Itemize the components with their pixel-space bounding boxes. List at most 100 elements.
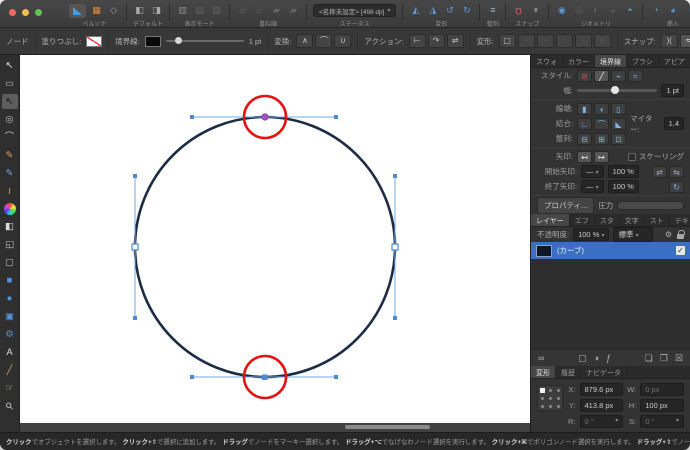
panel-tab[interactable]: 変形 bbox=[531, 366, 556, 378]
circle-shape-path[interactable] bbox=[135, 117, 395, 377]
horizontal-scrollbar[interactable] bbox=[345, 425, 430, 429]
bottom-node[interactable] bbox=[262, 375, 268, 381]
arrow-start-toggle[interactable]: ↤ bbox=[577, 151, 592, 163]
style-picker-tool[interactable]: ╱ bbox=[2, 363, 18, 378]
convert-smart-button[interactable]: ∪ bbox=[334, 34, 351, 48]
minimize-window-button[interactable] bbox=[22, 9, 29, 16]
gear-icon[interactable]: ⚙ bbox=[665, 230, 672, 239]
width-slider[interactable] bbox=[577, 89, 657, 92]
rectangle-tool[interactable]: ■ bbox=[2, 273, 18, 288]
flip-horizontal-icon[interactable]: ◭ bbox=[409, 4, 422, 17]
panel-tab[interactable]: レイヤー bbox=[531, 214, 570, 226]
mask-icon[interactable]: ▢ bbox=[578, 353, 587, 364]
convert-smooth-button[interactable]: ⌒ bbox=[315, 34, 332, 48]
rounded-rectangle-tool[interactable]: ▣ bbox=[2, 309, 18, 324]
designer-persona-icon[interactable] bbox=[69, 4, 86, 18]
zoom-tool[interactable]: ⚲ bbox=[0, 396, 20, 418]
panel-tab[interactable]: スタ bbox=[595, 214, 620, 226]
view-vector-icon[interactable]: ▥ bbox=[176, 4, 189, 17]
stroke-swatch[interactable] bbox=[145, 36, 161, 47]
adjustment-icon[interactable]: ◑ bbox=[594, 353, 599, 363]
panel-tab[interactable]: カラー bbox=[563, 55, 595, 67]
r-field[interactable]: 0 °▾ bbox=[580, 415, 624, 428]
fx-icon[interactable]: ƒ bbox=[606, 353, 611, 363]
end-arrow-size-field[interactable]: 100 % bbox=[608, 180, 639, 193]
defaults-revert-icon[interactable]: ◨ bbox=[150, 4, 163, 17]
fill-swatch[interactable] bbox=[86, 36, 102, 47]
arrow-mirror-button[interactable]: ⇆ bbox=[669, 166, 684, 178]
cap-butt-button[interactable]: ▮ bbox=[577, 103, 592, 115]
pencil-tool[interactable]: ✎ bbox=[2, 166, 18, 181]
arrow-sync-button[interactable]: ↻ bbox=[669, 181, 684, 193]
anchor-selector[interactable] bbox=[537, 385, 563, 411]
panel-tab[interactable]: 履歴 bbox=[556, 366, 581, 378]
zoom-window-button[interactable] bbox=[35, 9, 42, 16]
boolean-divide-icon[interactable]: ◒ bbox=[606, 4, 619, 17]
control-handle-point[interactable] bbox=[334, 375, 338, 379]
scaling-checkbox[interactable] bbox=[628, 153, 636, 161]
isolate-icon[interactable]: ∞ bbox=[538, 353, 544, 363]
pen-tool[interactable]: ✎ bbox=[2, 148, 18, 163]
insert-behind-icon[interactable]: ◔ bbox=[649, 4, 662, 17]
insert-top-icon[interactable]: ◕ bbox=[666, 4, 679, 17]
vector-crop-tool[interactable]: ◱ bbox=[2, 237, 18, 252]
action-reverse-curve-button[interactable]: ⇌ bbox=[447, 34, 464, 48]
document-status-dropdown[interactable]: <名称未設定> [498 dp] ▾ bbox=[313, 4, 396, 17]
transform-center-button[interactable]: ◌ bbox=[594, 34, 611, 48]
control-handle-point[interactable] bbox=[133, 174, 137, 178]
flip-vertical-icon[interactable]: ◮ bbox=[426, 4, 439, 17]
s-field[interactable]: 0 °▾ bbox=[640, 415, 684, 428]
join-round-button[interactable]: ⌒ bbox=[594, 118, 609, 130]
layer-row-curve[interactable]: (カーブ) ✓ bbox=[531, 242, 690, 259]
export-persona-icon[interactable]: ◇ bbox=[107, 4, 120, 17]
boolean-add-icon[interactable]: ◉ bbox=[555, 4, 568, 17]
node-tool[interactable]: ↖ bbox=[2, 94, 18, 109]
control-handle-point[interactable] bbox=[133, 316, 137, 320]
snap-off-button[interactable]: )( bbox=[661, 34, 678, 48]
canvas-viewport[interactable] bbox=[20, 55, 530, 432]
panel-tab[interactable]: テキ bbox=[670, 214, 690, 226]
point-transform-tool[interactable]: ◎ bbox=[2, 112, 18, 127]
panel-tab[interactable]: エフ bbox=[570, 214, 595, 226]
left-node[interactable] bbox=[132, 244, 138, 250]
order-to-front-icon[interactable]: ▰ bbox=[287, 4, 300, 17]
transform-rotate-button[interactable]: ▫ bbox=[537, 34, 554, 48]
selection-frame-tool[interactable]: ▢ bbox=[2, 255, 18, 270]
lock-icon[interactable] bbox=[677, 234, 684, 239]
convert-sharp-button[interactable]: ∧ bbox=[296, 34, 313, 48]
control-handle-point[interactable] bbox=[190, 115, 194, 119]
transparency-tool[interactable]: ◧ bbox=[2, 219, 18, 234]
rotate-ccw-icon[interactable]: ↺ bbox=[443, 4, 456, 17]
y-field[interactable]: 413.8 px bbox=[580, 399, 624, 412]
text-tool[interactable]: A bbox=[2, 345, 18, 360]
move-tool[interactable]: ↖ bbox=[2, 58, 18, 73]
boolean-subtract-icon[interactable]: ◎ bbox=[572, 4, 585, 17]
transform-scale-button[interactable]: ▫ bbox=[518, 34, 535, 48]
ellipse-tool[interactable]: ● bbox=[2, 291, 18, 306]
view-tool[interactable]: ☞ bbox=[2, 381, 18, 396]
alignment-icon[interactable]: ≡ bbox=[486, 4, 499, 17]
w-field[interactable]: 0 px bbox=[640, 383, 684, 396]
insert-inside-icon[interactable]: ◑ bbox=[683, 4, 690, 17]
stroke-brush-button[interactable]: ≈ bbox=[628, 70, 643, 82]
control-handle-point[interactable] bbox=[393, 174, 397, 178]
start-arrow-dropdown[interactable]: — ▾ bbox=[581, 165, 604, 178]
arrow-end-toggle[interactable]: ↦ bbox=[594, 151, 609, 163]
opacity-dropdown[interactable]: 100 % ▾ bbox=[573, 228, 609, 241]
layer-visibility-checkbox[interactable]: ✓ bbox=[676, 246, 685, 255]
defaults-sync-icon[interactable]: ◧ bbox=[133, 4, 146, 17]
stroke-width-slider[interactable] bbox=[166, 40, 244, 42]
view-retina-icon[interactable]: ▧ bbox=[210, 4, 223, 17]
duplicate-layer-icon[interactable]: ❐ bbox=[660, 353, 668, 364]
miter-field[interactable]: 1.4 bbox=[664, 117, 684, 130]
stroke-solid-button[interactable]: ╱ bbox=[594, 70, 609, 82]
panel-tab[interactable]: ブラシ bbox=[627, 55, 659, 67]
snap-construction-button[interactable]: ≈ bbox=[680, 34, 690, 48]
artboard-tool[interactable]: ▭ bbox=[2, 76, 18, 91]
transform-skew-button[interactable]: ▫ bbox=[575, 34, 592, 48]
align-center-button[interactable]: ⊟ bbox=[577, 133, 592, 145]
panel-tab[interactable]: アピア bbox=[659, 55, 690, 67]
align-inside-button[interactable]: ⊞ bbox=[594, 133, 609, 145]
fill-tool[interactable]: ● bbox=[4, 203, 16, 215]
cog-tool[interactable]: ⚙ bbox=[2, 327, 18, 342]
